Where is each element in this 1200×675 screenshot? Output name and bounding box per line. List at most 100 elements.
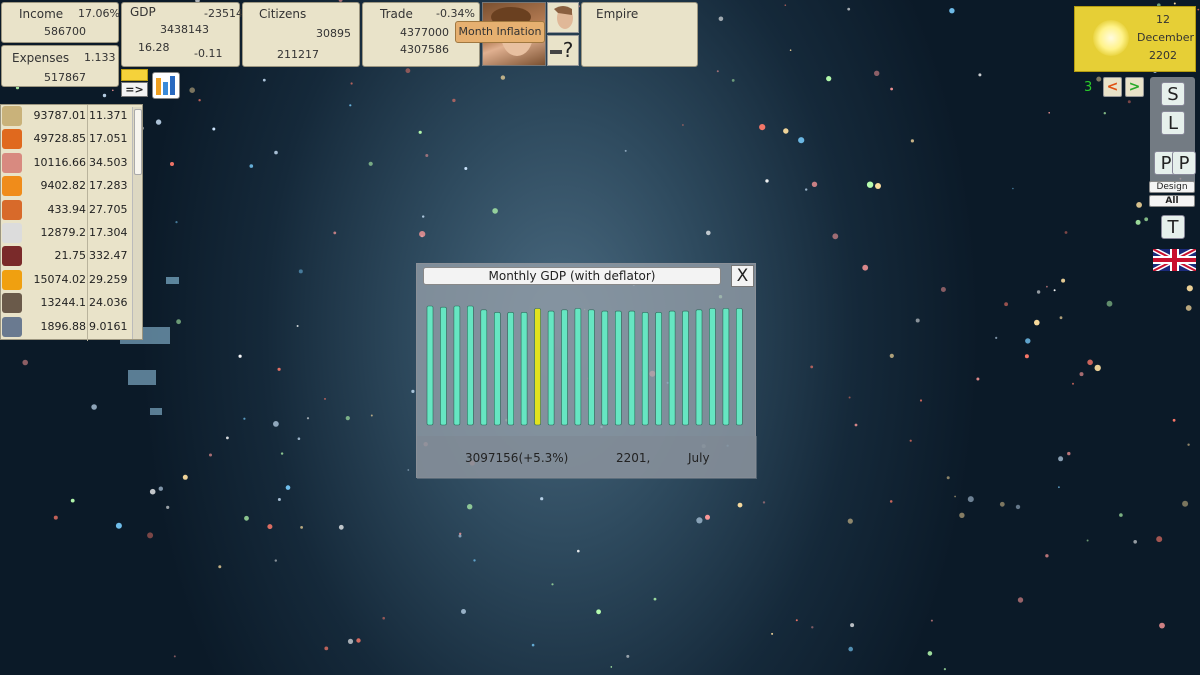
chart-bar[interactable] (722, 308, 730, 426)
star (943, 668, 947, 671)
resource-row[interactable]: 13244.1 24.036 (1, 292, 130, 315)
resource-amount: 15074.02 (33, 272, 87, 286)
resource-row[interactable]: 15074.02 29.259 (1, 269, 130, 292)
star (115, 522, 122, 529)
chart-bar[interactable] (588, 309, 595, 426)
star (349, 104, 352, 107)
resource-row[interactable]: 93787.01 11.371 (1, 105, 130, 128)
star (1046, 285, 1048, 288)
chart-bar-selected[interactable] (534, 308, 541, 426)
chart-bar[interactable] (561, 309, 568, 426)
chart-bar[interactable] (641, 312, 649, 426)
expenses-panel[interactable]: Expenses 1.133 517867 (1, 45, 119, 87)
star (976, 377, 980, 381)
arrow-label: => (121, 82, 148, 97)
resource-rate: 17.283 (89, 179, 128, 193)
resource-amount: 13244.1 (40, 296, 87, 310)
chart-bar[interactable] (682, 310, 689, 426)
scrollbar-thumb[interactable] (134, 109, 142, 175)
folder-toggle-button[interactable]: => (121, 69, 148, 98)
star (784, 4, 787, 6)
chart-bar[interactable] (426, 305, 434, 426)
statistics-chart-button[interactable] (152, 72, 180, 99)
chart-bar[interactable] (655, 312, 662, 426)
star (267, 524, 273, 530)
star (238, 354, 242, 358)
star (158, 486, 163, 491)
chart-bar[interactable] (507, 312, 514, 426)
gdp-value: 3438143 (160, 23, 209, 36)
resource-row[interactable]: 49728.85 17.051 (1, 128, 130, 151)
chart-bar[interactable] (615, 310, 622, 426)
chart-bar[interactable] (709, 308, 716, 426)
speed-down-button[interactable]: < (1103, 77, 1122, 97)
background-tile (166, 277, 179, 284)
chart-bar[interactable] (494, 312, 501, 426)
gdp-panel[interactable]: GDP -23514 3438143 16.28 -0.11 (121, 2, 243, 67)
trade-percent: -0.34% (436, 7, 475, 20)
empire-panel[interactable]: Empire (581, 2, 698, 67)
star (112, 89, 114, 92)
chart-bar[interactable] (574, 308, 582, 426)
resource-rate: 29.259 (89, 272, 128, 286)
resource-row[interactable]: 9402.82 17.283 (1, 175, 130, 198)
resource-row[interactable]: 21.75 332.47 (1, 245, 130, 268)
star (946, 476, 950, 480)
star (737, 502, 743, 508)
star (954, 495, 956, 498)
star (551, 583, 554, 586)
star (765, 179, 769, 183)
all-button[interactable]: All (1149, 195, 1195, 207)
income-panel[interactable]: Income 17.06% 586700 (1, 2, 120, 43)
resource-row[interactable]: 1896.88 9.0161 (1, 316, 130, 339)
t-button[interactable]: T (1161, 215, 1185, 239)
star (862, 264, 869, 271)
star (274, 559, 277, 562)
chart-bar[interactable] (440, 306, 447, 426)
star (249, 164, 254, 168)
resource-amount: 49728.85 (33, 132, 87, 146)
star (718, 16, 724, 22)
chart-bar[interactable] (668, 310, 676, 426)
chart-bar[interactable] (628, 310, 636, 426)
star (909, 439, 912, 442)
chart-bar[interactable] (601, 310, 609, 426)
chart-bar[interactable] (735, 308, 743, 426)
income-label: Income (19, 7, 64, 21)
star (405, 68, 411, 74)
close-button[interactable]: X (731, 265, 754, 287)
citizens-panel[interactable]: Citizens 30895 211217 (242, 2, 360, 67)
date-panel[interactable]: 12 December 2202 (1074, 6, 1196, 72)
expenses-label: Expenses (12, 51, 70, 65)
income-value: 586700 (44, 25, 86, 38)
chart-bar[interactable] (480, 309, 488, 426)
star (407, 469, 410, 471)
resource-row[interactable]: 12879.2 17.304 (1, 222, 130, 245)
star (370, 414, 373, 417)
star (889, 353, 894, 358)
speed-up-button[interactable]: > (1125, 77, 1144, 97)
resource-list[interactable]: 93787.01 11.371 49728.85 17.051 10116.66 34.5… (0, 104, 143, 341)
chart-bar[interactable] (547, 310, 555, 426)
design-button[interactable]: Design (1149, 181, 1195, 193)
expenses-ratio: 1.133 (84, 51, 116, 64)
resource-row[interactable]: 10116.66 34.503 (1, 152, 130, 175)
advisor-button[interactable] (547, 2, 579, 33)
chart-bar[interactable] (453, 305, 461, 426)
date-month: December (1137, 31, 1195, 44)
chart-bar[interactable] (695, 309, 703, 426)
resource-scrollbar[interactable] (132, 107, 142, 339)
help-button[interactable]: ? (547, 35, 579, 66)
expenses-value: 517867 (44, 71, 86, 84)
star (706, 230, 711, 236)
load-button[interactable]: L (1161, 111, 1185, 135)
uk-flag-language-button[interactable] (1151, 246, 1198, 274)
chart-bar[interactable] (466, 305, 474, 426)
star (889, 500, 893, 503)
resource-row[interactable]: 433.94 27.705 (1, 199, 130, 222)
save-button[interactable]: S (1161, 82, 1185, 106)
chart-bar[interactable] (520, 312, 528, 426)
citizens-value-1: 30895 (316, 27, 351, 40)
star (1058, 456, 1064, 462)
p-button-right[interactable]: P (1172, 151, 1196, 175)
